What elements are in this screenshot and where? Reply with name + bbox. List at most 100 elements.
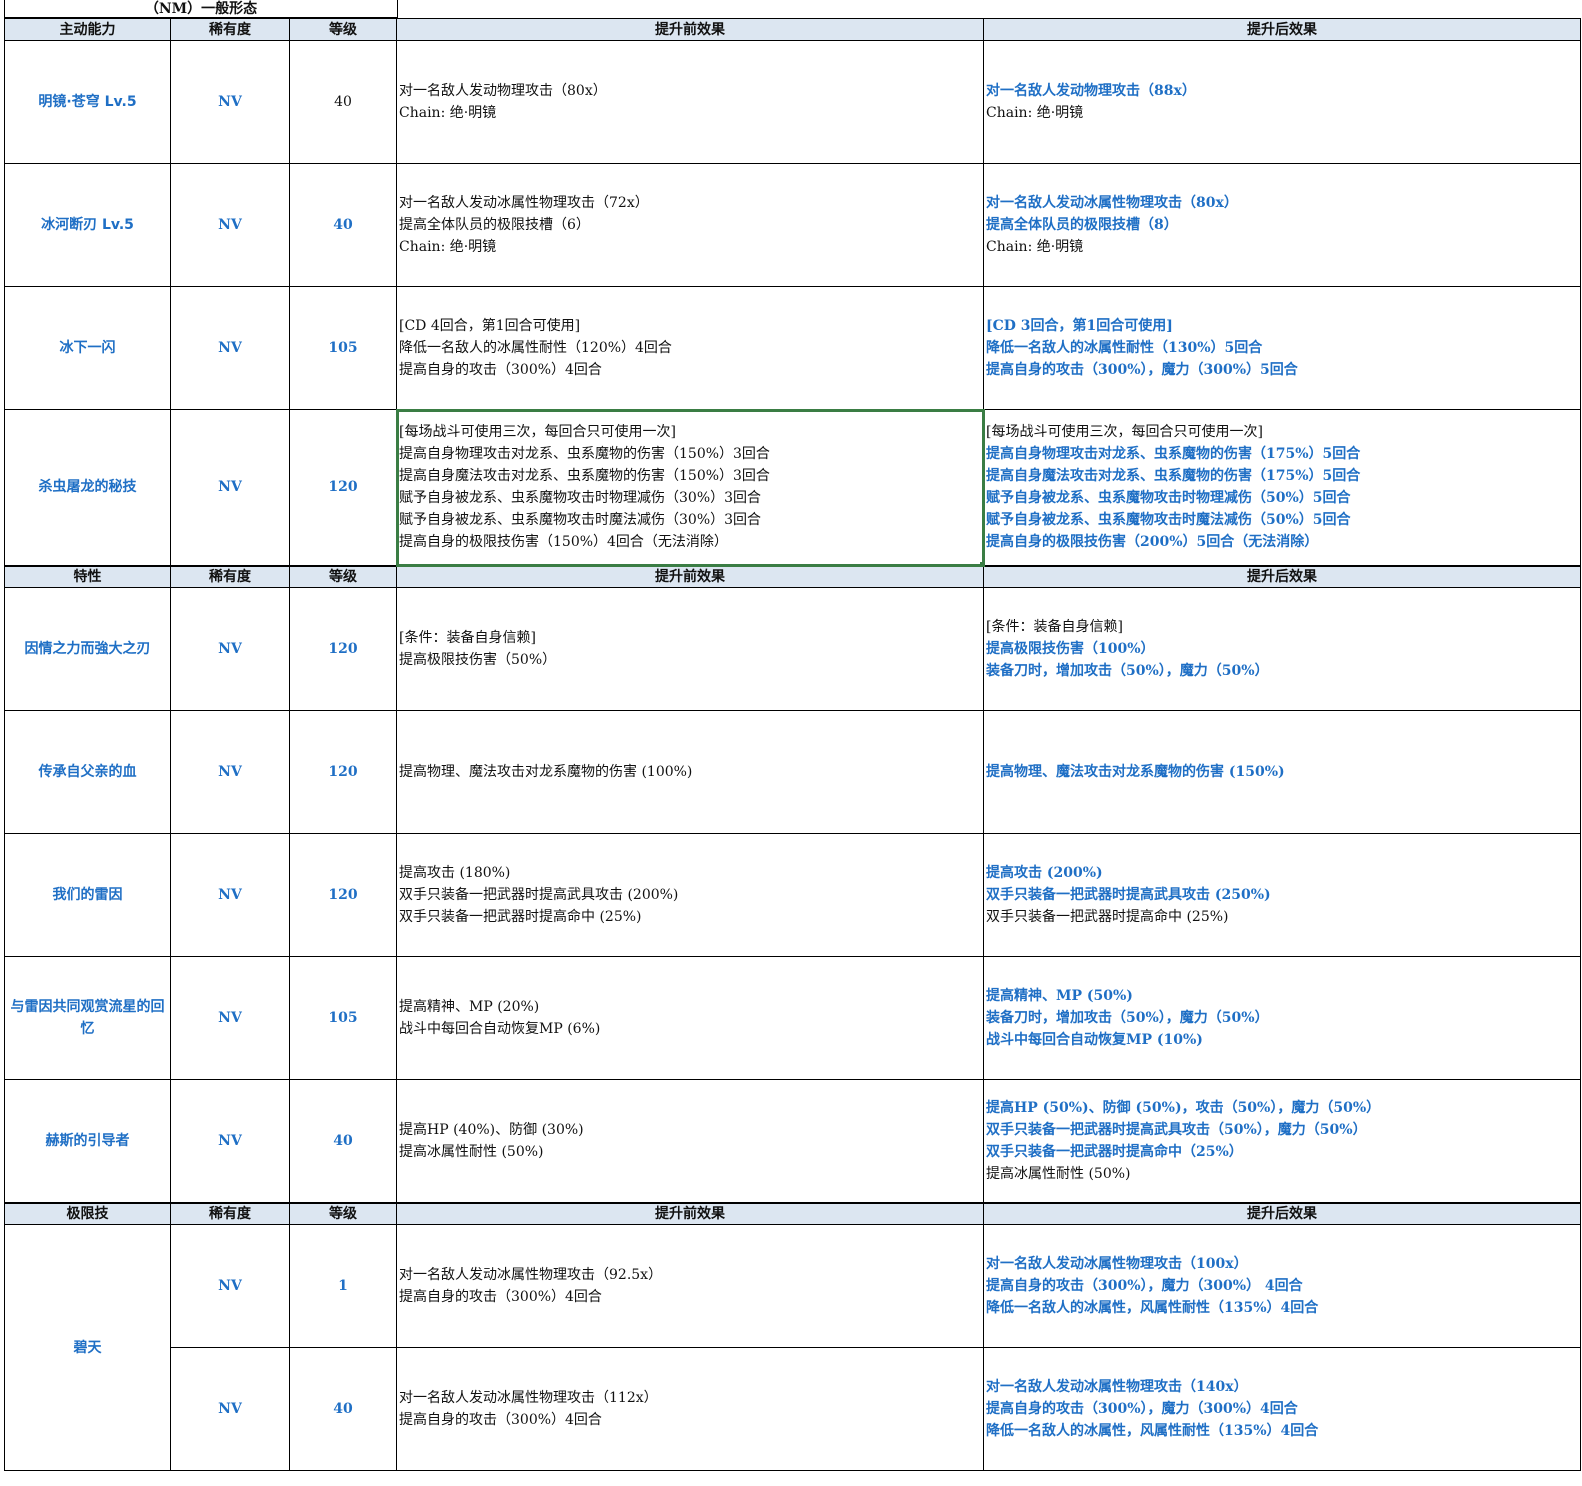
after-effect-cell[interactable]: 提高HP (50%)、防御 (50%)，攻击（50%），魔力（50%） 双手只装备… — [983, 1079, 1581, 1203]
header-cell-before[interactable]: 提升前效果 — [396, 564, 984, 588]
before-effect-cell[interactable]: 提高攻击 (180%) 双手只装备一把武器时提高武具攻击 (200%) 双手只装备一… — [396, 833, 984, 957]
after-effect-cell[interactable]: 对一名敌人发动冰属性物理攻击（140x） 提高自身的攻击（300%），魔力（300… — [983, 1347, 1581, 1471]
header-cell-ability[interactable]: 特性 — [4, 564, 171, 588]
header-cell-ability[interactable]: 主动能力 — [4, 18, 171, 41]
ability-name-cell[interactable]: 冰下一闪 — [4, 286, 171, 410]
ability-name-cell[interactable]: 与雷因共同观赏流星的回忆 — [4, 956, 171, 1080]
effect-line: 降低一名敌人的冰属性耐性（120%）4回合 — [399, 340, 672, 356]
effect-line: 对一名敌人发动冰属性物理攻击（92.5x） — [399, 1267, 663, 1283]
level-cell[interactable]: 120 — [289, 409, 397, 566]
level-cell[interactable]: 120 — [289, 833, 397, 957]
table-row: 我们的雷因 NV 120 提高攻击 (180%) 双手只装备一把武器时提高武具攻击 (2… — [4, 833, 1581, 957]
rarity-cell[interactable]: NV — [170, 956, 290, 1080]
after-effect-cell[interactable]: 对一名敌人发动物理攻击（88x） Chain: 绝·明镜 — [983, 40, 1581, 164]
ability-table: 主动能力 稀有度 等级 提升前效果 提升后效果 明镜·苍穹 Lv.5 NV 40 对一名敌人发动… — [4, 18, 1581, 1471]
before-effect-cell[interactable]: [CD 4回合，第1回合可使用] 降低一名敌人的冰属性耐性（120%）4回合 提高自… — [396, 286, 984, 410]
ability-name-cell[interactable]: 杀虫屠龙的秘技 — [4, 409, 171, 566]
effect-line: 提高精神、MP (20%) — [399, 999, 540, 1015]
header-cell-before[interactable]: 提升前效果 — [396, 18, 984, 41]
effect-line: 提高全体队员的极限技槽（8） — [986, 217, 1178, 233]
effect-line: 双手只装备一把武器时提高命中（25%） — [986, 1143, 1243, 1160]
header-cell-rarity[interactable]: 稀有度 — [170, 18, 290, 41]
effect-line: 战斗中每回合自动恢复MP (6%) — [399, 1021, 601, 1037]
before-effect-cell[interactable]: 对一名敌人发动冰属性物理攻击（72x） 提高全体队员的极限技槽（6） Chain: … — [396, 163, 984, 287]
rarity-cell[interactable]: NV — [170, 833, 290, 957]
effect-line: [CD 4回合，第1回合可使用] — [399, 318, 581, 334]
header-cell-after[interactable]: 提升后效果 — [983, 18, 1581, 41]
effect-line: 双手只装备一把武器时提高命中 (25%) — [986, 909, 1229, 925]
header-cell-after[interactable]: 提升后效果 — [983, 1201, 1581, 1225]
after-effect-cell[interactable]: 提高物理、魔法攻击对龙系魔物的伤害 (150%) — [983, 710, 1581, 834]
effect-line: 提高极限技伤害（100%） — [986, 641, 1155, 657]
ability-name-cell[interactable]: 赫斯的引导者 — [4, 1079, 171, 1203]
header-cell-level[interactable]: 等级 — [289, 1201, 397, 1225]
after-effect-cell[interactable]: [CD 3回合，第1回合可使用] 降低一名敌人的冰属性耐性（130%）5回合 提高自… — [983, 286, 1581, 410]
before-effect-cell[interactable]: 提高物理、魔法攻击对龙系魔物的伤害 (100%) — [396, 710, 984, 834]
spreadsheet: （NM）一般形态 主动能力 稀有度 等级 提升前效果 提升后效果 明镜·苍穹 Lv.5 NV… — [0, 0, 1582, 1486]
level-cell[interactable]: 40 — [289, 1347, 397, 1471]
ability-name-cell[interactable]: 我们的雷因 — [4, 833, 171, 957]
effect-line: 战斗中每回合自动恢复MP (10%) — [986, 1032, 1203, 1048]
rarity-cell[interactable]: NV — [170, 1347, 290, 1471]
level-cell[interactable]: 105 — [289, 956, 397, 1080]
table-row: 冰河断刃 Lv.5 NV 40 对一名敌人发动冰属性物理攻击（72x） 提高全体队员的极… — [4, 163, 1581, 287]
after-effect-cell[interactable]: 对一名敌人发动冰属性物理攻击（80x） 提高全体队员的极限技槽（8） Chain: … — [983, 163, 1581, 287]
header-cell-rarity[interactable]: 稀有度 — [170, 564, 290, 588]
section-header-row: 主动能力 稀有度 等级 提升前效果 提升后效果 — [4, 18, 1581, 41]
before-effect-cell[interactable]: 提高精神、MP (20%) 战斗中每回合自动恢复MP (6%) — [396, 956, 984, 1080]
ability-name-cell[interactable]: 明镜·苍穹 Lv.5 — [4, 40, 171, 164]
before-effect-cell[interactable]: 对一名敌人发动冰属性物理攻击（92.5x） 提高自身的攻击（300%）4回合 — [396, 1224, 984, 1348]
effect-line: 对一名敌人发动冰属性物理攻击（140x） — [986, 1379, 1248, 1395]
effect-line: 提高自身物理攻击对龙系、虫系魔物的伤害（175%）5回合 — [986, 446, 1361, 463]
sheet-title-cell[interactable]: （NM）一般形态 — [4, 0, 398, 18]
header-cell-ability[interactable]: 极限技 — [4, 1201, 171, 1225]
table-row: 赫斯的引导者 NV 40 提高HP (40%)、防御 (30%) 提高冰属性耐性 (50… — [4, 1079, 1581, 1203]
header-cell-rarity[interactable]: 稀有度 — [170, 1201, 290, 1225]
rarity-cell[interactable]: NV — [170, 587, 290, 711]
level-cell[interactable]: 1 — [289, 1224, 397, 1348]
section-header-row: 特性 稀有度 等级 提升前效果 提升后效果 — [4, 564, 1581, 588]
level-cell[interactable]: 40 — [289, 40, 397, 164]
sheet-title: （NM）一般形态 — [144, 1, 258, 17]
after-effect-cell[interactable]: [每场战斗可使用三次，每回合只可使用一次] 提高自身物理攻击对龙系、虫系魔物的伤害… — [983, 409, 1581, 566]
before-effect-cell[interactable]: 对一名敌人发动冰属性物理攻击（112x） 提高自身的攻击（300%）4回合 — [396, 1347, 984, 1471]
before-effect-cell[interactable]: 对一名敌人发动物理攻击（80x） Chain: 绝·明镜 — [396, 40, 984, 164]
after-effect-cell[interactable]: 提高攻击 (200%) 双手只装备一把武器时提高武具攻击 (250%) 双手只装备一… — [983, 833, 1581, 957]
level-cell[interactable]: 105 — [289, 286, 397, 410]
rarity-cell[interactable]: NV — [170, 409, 290, 566]
effect-line: 提高精神、MP (50%) — [986, 988, 1133, 1004]
rarity-cell[interactable]: NV — [170, 286, 290, 410]
ability-name-cell[interactable]: 冰河断刃 Lv.5 — [4, 163, 171, 287]
after-effect-cell[interactable]: 提高精神、MP (50%) 装备刀时，增加攻击（50%），魔力（50%） 战斗中每回… — [983, 956, 1581, 1080]
header-cell-level[interactable]: 等级 — [289, 18, 397, 41]
header-cell-after[interactable]: 提升后效果 — [983, 564, 1581, 588]
rarity-cell[interactable]: NV — [170, 40, 290, 164]
ability-name-cell[interactable]: 碧天 — [4, 1224, 171, 1471]
ability-name-cell[interactable]: 传承自父亲的血 — [4, 710, 171, 834]
rarity-cell[interactable]: NV — [170, 163, 290, 287]
level-cell[interactable]: 120 — [289, 587, 397, 711]
before-effect-cell[interactable]: 提高HP (40%)、防御 (30%) 提高冰属性耐性 (50%) — [396, 1079, 984, 1203]
rarity-cell[interactable]: NV — [170, 1079, 290, 1203]
fill-handle[interactable] — [980, 561, 983, 565]
effect-line: 提高自身魔法攻击对龙系、虫系魔物的伤害（175%）5回合 — [986, 468, 1361, 485]
effect-line: 提高自身物理攻击对龙系、虫系魔物的伤害（150%）3回合 — [399, 446, 770, 463]
before-effect-cell[interactable]: [条件：装备自身信赖] 提高极限技伤害（50%） — [396, 587, 984, 711]
header-cell-before[interactable]: 提升前效果 — [396, 1201, 984, 1225]
effect-line: Chain: 绝·明镜 — [986, 239, 1084, 255]
after-effect-cell[interactable]: [条件：装备自身信赖] 提高极限技伤害（100%） 装备刀时，增加攻击（50%），魔… — [983, 587, 1581, 711]
effect-line: 对一名敌人发动冰属性物理攻击（72x） — [399, 195, 649, 211]
table-row: NV 40 对一名敌人发动冰属性物理攻击（112x） 提高自身的攻击（300%）4回合… — [5, 1347, 1581, 1471]
header-cell-level[interactable]: 等级 — [289, 564, 397, 588]
effect-line: 提高自身的极限技伤害（200%）5回合（无法消除） — [986, 534, 1319, 551]
level-cell[interactable]: 120 — [289, 710, 397, 834]
level-cell[interactable]: 40 — [289, 1079, 397, 1203]
ability-name-cell[interactable]: 因情之力而強大之刃 — [4, 587, 171, 711]
rarity-cell[interactable]: NV — [170, 1224, 290, 1348]
after-effect-cell[interactable]: 对一名敌人发动冰属性物理攻击（100x） 提高自身的攻击（300%），魔力（300… — [983, 1224, 1581, 1348]
rarity-cell[interactable]: NV — [170, 710, 290, 834]
level-cell[interactable]: 40 — [289, 163, 397, 287]
effect-line: 赋予自身被龙系、虫系魔物攻击时物理减伤（50%）5回合 — [986, 490, 1351, 507]
effect-line: 降低一名敌人的冰属性，风属性耐性（135%）4回合 — [986, 1300, 1319, 1316]
before-effect-cell-selected[interactable]: [每场战斗可使用三次，每回合只可使用一次] 提高自身物理攻击对龙系、虫系魔物的伤害… — [395, 408, 985, 567]
